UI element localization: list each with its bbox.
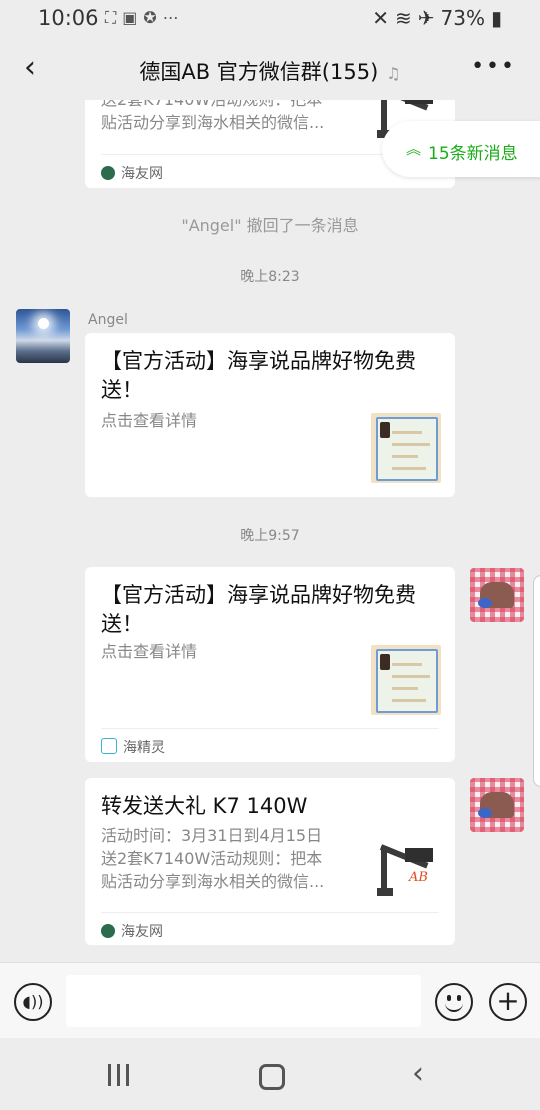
sender-name: Angel xyxy=(88,312,128,328)
recall-notice: "Angel" 撤回了一条消息 xyxy=(181,216,359,235)
home-icon[interactable] xyxy=(259,1064,285,1090)
card-thumbnail xyxy=(371,645,441,715)
message-card[interactable]: 【官方活动】海享说品牌好物免费送！ 点击查看详情 海精灵 xyxy=(85,567,455,762)
more-dots-icon: ⋯ xyxy=(162,8,185,27)
scroll-handle[interactable] xyxy=(533,575,540,787)
message-input[interactable] xyxy=(66,975,421,1027)
card-divider xyxy=(101,728,439,729)
card-description: 点击查看详情 xyxy=(101,642,198,661)
status-time: 10:06 xyxy=(38,6,99,30)
input-bar: ◖)) + xyxy=(0,962,540,1039)
card-description: 送2套K7140W活动规则：把本 贴活动分享到海水相关的微信... xyxy=(101,100,325,132)
message-card[interactable]: 转发送大礼 K7 140W 活动时间：3月31日到4月15日 送2套K7140W… xyxy=(85,778,455,945)
voice-button[interactable]: ◖)) xyxy=(14,983,52,1021)
card-source: 海精灵 xyxy=(101,737,165,757)
battery-percent: 73% xyxy=(440,6,485,30)
recents-icon[interactable] xyxy=(108,1064,132,1086)
wifi-icon: ≋ xyxy=(395,6,412,30)
new-messages-label: 15条新消息 xyxy=(428,144,518,164)
source-logo-icon xyxy=(101,924,115,938)
product-thumbnail: AB xyxy=(375,838,437,910)
status-right: ✕ ≋ ✈ 73% ▮ xyxy=(366,6,502,30)
image-icon: ▣ xyxy=(122,8,144,27)
game-icon: ✪ xyxy=(143,8,163,27)
card-description: 点击查看详情 xyxy=(101,411,198,430)
chat-messages[interactable]: 送2套K7140W活动规则：把本 贴活动分享到海水相关的微信... 海友网 ︽ … xyxy=(0,100,540,962)
card-source-name: 海友网 xyxy=(121,166,163,182)
emoji-button[interactable] xyxy=(435,983,473,1021)
plus-icon: + xyxy=(496,984,520,1017)
back-icon[interactable]: ‹ xyxy=(412,1059,424,1089)
avatar[interactable] xyxy=(16,309,70,363)
source-logo-icon xyxy=(101,166,115,180)
voice-icon: ◖)) xyxy=(22,992,44,1011)
thumbnail-brand-logo: AB xyxy=(409,870,428,885)
system-nav-bar: ‹ xyxy=(0,1038,540,1110)
more-button[interactable]: ••• xyxy=(471,54,516,79)
card-title: 转发送大礼 K7 140W xyxy=(101,794,308,818)
plus-button[interactable]: + xyxy=(489,983,527,1021)
more-horizontal-icon: ••• xyxy=(471,54,516,79)
card-description: 活动时间：3月31日到4月15日 送2套K7140W活动规则：把本 贴活动分享到… xyxy=(101,826,325,891)
card-thumbnail xyxy=(371,413,441,483)
folder-icon: ⛶ xyxy=(105,8,123,27)
card-source: 海友网 xyxy=(101,163,163,183)
source-logo-icon xyxy=(101,738,117,754)
card-source: 海友网 xyxy=(101,921,163,941)
card-source-name: 海友网 xyxy=(121,924,163,940)
timestamp: 晚上8:23 xyxy=(240,269,300,285)
mute-icon: ✕ xyxy=(372,6,389,30)
status-bar: 10:06 ⛶▣✪⋯ ✕ ≋ ✈ 73% ▮ xyxy=(0,0,540,38)
avatar[interactable] xyxy=(470,778,524,832)
chat-title: 德国AB 官方微信群(155) xyxy=(139,60,379,84)
notification-icons: ⛶▣✪⋯ xyxy=(105,8,185,28)
card-source-name: 海精灵 xyxy=(123,740,165,756)
airplane-icon: ✈ xyxy=(417,6,435,30)
battery-icon: ▮ xyxy=(490,6,502,30)
card-title: 【官方活动】海享说品牌好物免费送！ xyxy=(101,583,416,636)
message-card[interactable]: 【官方活动】海享说品牌好物免费送！ 点击查看详情 xyxy=(85,333,455,497)
chat-header: ‹ 德国AB 官方微信群(155) ♫ ••• xyxy=(0,38,540,100)
new-messages-button[interactable]: ︽ 15条新消息 xyxy=(382,121,540,177)
card-divider xyxy=(101,912,439,913)
card-title: 【官方活动】海享说品牌好物免费送！ xyxy=(101,349,416,402)
timestamp: 晚上9:57 xyxy=(240,528,300,544)
avatar[interactable] xyxy=(470,568,524,622)
double-chevron-up-icon: ︽ xyxy=(406,140,422,158)
chat-title-wrap: 德国AB 官方微信群(155) ♫ xyxy=(0,56,540,86)
bell-off-icon: ♫ xyxy=(386,63,401,83)
